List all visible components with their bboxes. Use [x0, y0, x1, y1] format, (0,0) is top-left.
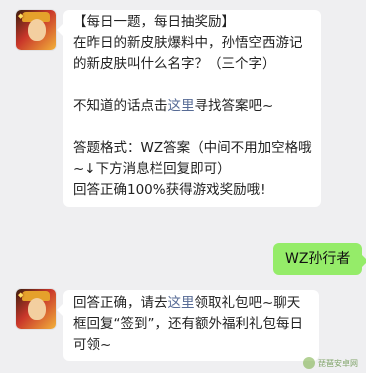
reply-bubble[interactable]: WZ孙行者 — [273, 243, 366, 275]
message-hint: 不知道的话点击这里寻找答案吧~ — [73, 96, 313, 117]
reward-before-text: 回答正确，请去 — [73, 295, 168, 311]
watermark: 琵琶安卓网 — [303, 357, 358, 369]
reward-link[interactable]: 这里 — [168, 295, 195, 311]
game-logo-badge-icon: ◆ — [18, 12, 24, 20]
sender-avatar[interactable]: ◆ — [16, 289, 56, 329]
reply-text: WZ孙行者 — [285, 251, 351, 267]
sender-avatar[interactable]: ◆ — [16, 10, 56, 50]
watermark-logo-icon — [303, 357, 315, 369]
game-logo-badge-icon: ◆ — [18, 291, 24, 299]
message-bubble-reward[interactable]: 回答正确，请去这里领取礼包吧~聊天框回复“签到”，还有额外福利礼包每日可领~ — [57, 290, 319, 361]
reward-text: 回答正确100%获得游戏奖励哦! — [73, 182, 266, 198]
avatar-face — [28, 19, 46, 41]
answer-link[interactable]: 这里 — [168, 98, 195, 114]
avatar-face — [28, 298, 46, 320]
reward-message-text: 回答正确，请去这里领取礼包吧~聊天框回复“签到”，还有额外福利礼包每日可领~ — [73, 293, 311, 356]
message-question: 在昨日的新皮肤爆料中，孙悟空西游记的新皮肤叫什么名字？（三个字） — [73, 35, 303, 72]
message-bubble-question[interactable]: 【每日一题，每日抽奖励】 在昨日的新皮肤爆料中，孙悟空西游记的新皮肤叫什么名字？… — [57, 10, 321, 207]
answer-format-text: 答题格式：WZ答案（中间不用加空格哦~↓下方消息栏回复即可） — [73, 140, 312, 177]
watermark-text: 琵琶安卓网 — [318, 358, 358, 368]
hint-before-text: 不知道的话点击 — [73, 98, 168, 114]
hint-after-text: 寻找答案吧~ — [194, 98, 274, 114]
message-title: 【每日一题，每日抽奖励】 — [73, 14, 235, 30]
